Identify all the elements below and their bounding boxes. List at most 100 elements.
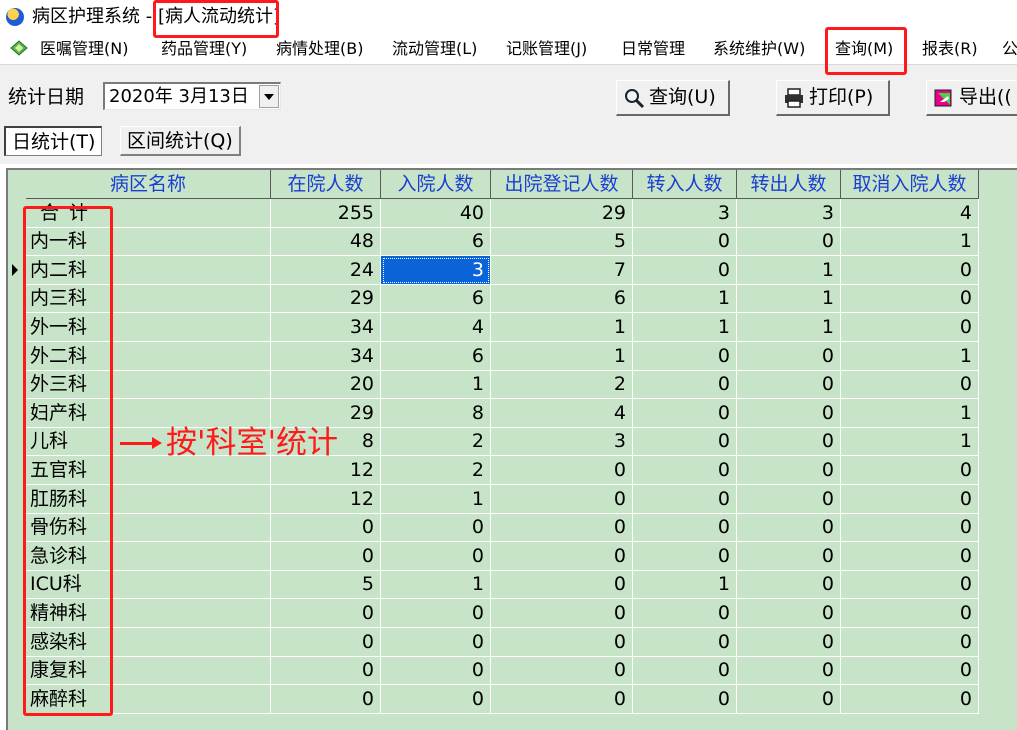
col-inpatients-cell[interactable]: 20 [271,370,381,400]
col-transfers-out-cell[interactable]: 0 [737,599,841,628]
col-inpatients-cell[interactable]: 29 [271,284,381,314]
col-transfers-out-cell[interactable]: 0 [737,427,841,457]
ward-name-cell[interactable]: ICU科 [26,570,271,600]
menu-billing[interactable]: 记账管理(J) [506,39,587,59]
col-admissions-cell[interactable]: 1 [381,484,491,514]
col-admissions-cell[interactable]: 0 [381,541,491,571]
col-inpatients-cell[interactable]: 0 [271,656,381,686]
ward-name-cell[interactable]: 肛肠科 [26,484,271,514]
col-discharges-cell[interactable]: 5 [491,227,633,257]
menu-public[interactable]: 公 [1002,39,1017,59]
col-cancelled-cell[interactable]: 0 [841,599,979,628]
header-col-transfers-out[interactable]: 转出人数 [737,170,841,199]
col-transfers-out-cell[interactable]: 0 [737,227,841,257]
print-button[interactable]: 打印(P) [776,80,890,116]
col-transfers-in-cell[interactable]: 1 [633,284,737,314]
col-cancelled-cell[interactable]: 0 [841,255,979,285]
col-admissions-cell[interactable]: 3 [381,255,491,285]
col-transfers-in-cell[interactable]: 0 [633,541,737,571]
col-discharges-cell[interactable]: 29 [491,198,633,228]
ward-name-cell[interactable]: 感染科 [26,627,271,657]
col-cancelled-cell[interactable]: 4 [841,198,979,228]
col-admissions-cell[interactable]: 6 [381,227,491,257]
menu-reports[interactable]: 报表(R) [922,39,978,59]
col-transfers-out-cell[interactable]: 0 [737,513,841,543]
col-transfers-out-cell[interactable]: 0 [737,656,841,686]
ward-name-cell[interactable]: 精神科 [26,599,271,628]
menu-daily[interactable]: 日常管理 [621,39,685,59]
system-menu-icon[interactable] [9,39,29,57]
col-inpatients-cell[interactable]: 0 [271,684,381,714]
col-admissions-cell[interactable]: 4 [381,313,491,342]
col-transfers-in-cell[interactable]: 1 [633,570,737,600]
col-transfers-out-cell[interactable]: 0 [737,370,841,400]
ward-name-cell[interactable]: 内二科 [26,255,271,285]
col-admissions-cell[interactable]: 0 [381,684,491,714]
col-transfers-out-cell[interactable]: 0 [737,484,841,514]
header-col-ward-name[interactable]: 病区名称 [26,170,271,199]
header-col-inpatients[interactable]: 在院人数 [271,170,381,199]
ward-name-cell[interactable]: 急诊科 [26,541,271,571]
query-button[interactable]: 查询(U) [616,80,730,116]
menu-flow[interactable]: 流动管理(L) [392,39,477,59]
col-discharges-cell[interactable]: 0 [491,684,633,714]
col-cancelled-cell[interactable]: 0 [841,513,979,543]
col-admissions-cell[interactable]: 0 [381,656,491,686]
col-cancelled-cell[interactable]: 0 [841,484,979,514]
col-discharges-cell[interactable]: 2 [491,370,633,400]
col-transfers-in-cell[interactable]: 0 [633,484,737,514]
col-discharges-cell[interactable]: 0 [491,484,633,514]
col-transfers-in-cell[interactable]: 0 [633,656,737,686]
col-discharges-cell[interactable]: 0 [491,541,633,571]
header-col-discharges[interactable]: 出院登记人数 [491,170,633,199]
col-transfers-in-cell[interactable]: 0 [633,599,737,628]
header-col-cancelled[interactable]: 取消入院人数 [841,170,979,199]
menu-query[interactable]: 查询(M) [835,39,893,59]
col-cancelled-cell[interactable]: 0 [841,684,979,714]
patient-flow-grid[interactable]: 病区名称 在院人数 入院人数 出院登记人数 转入人数 转出人数 取消入院人数 合计 255 40 2… [6,168,1017,730]
col-admissions-cell[interactable]: 2 [381,456,491,485]
col-admissions-cell[interactable]: 6 [381,341,491,371]
ward-name-cell[interactable]: 外一科 [26,313,271,342]
col-inpatients-cell[interactable]: 24 [271,255,381,285]
col-transfers-in-cell[interactable]: 1 [633,313,737,342]
col-discharges-cell[interactable]: 0 [491,513,633,543]
ward-name-cell[interactable]: 康复科 [26,656,271,686]
col-cancelled-cell[interactable]: 1 [841,398,979,428]
col-discharges-cell[interactable]: 3 [491,427,633,457]
menu-condition[interactable]: 病情处理(B) [276,39,363,59]
col-cancelled-cell[interactable]: 0 [841,656,979,686]
col-admissions-cell[interactable]: 40 [381,198,491,228]
col-transfers-out-cell[interactable]: 0 [737,570,841,600]
col-cancelled-cell[interactable]: 1 [841,427,979,457]
col-transfers-out-cell[interactable]: 1 [737,255,841,285]
date-picker[interactable]: 2020年 3月13日 [103,82,281,110]
col-transfers-out-cell[interactable]: 1 [737,284,841,314]
col-inpatients-cell[interactable]: 5 [271,570,381,600]
col-discharges-cell[interactable]: 0 [491,656,633,686]
col-transfers-out-cell[interactable]: 0 [737,398,841,428]
col-transfers-in-cell[interactable]: 3 [633,198,737,228]
col-cancelled-cell[interactable]: 0 [841,456,979,485]
col-admissions-cell[interactable]: 6 [381,284,491,314]
col-discharges-cell[interactable]: 0 [491,627,633,657]
col-cancelled-cell[interactable]: 0 [841,370,979,400]
header-col-transfers-in[interactable]: 转入人数 [633,170,737,199]
col-transfers-in-cell[interactable]: 0 [633,341,737,371]
header-col-admissions[interactable]: 入院人数 [381,170,491,199]
tab-range-stats[interactable]: 区间统计(Q) [120,126,241,156]
col-transfers-in-cell[interactable]: 0 [633,627,737,657]
col-admissions-cell[interactable]: 0 [381,513,491,543]
col-discharges-cell[interactable]: 0 [491,456,633,485]
ward-name-cell[interactable]: 外二科 [26,341,271,371]
col-transfers-out-cell[interactable]: 0 [737,627,841,657]
col-transfers-in-cell[interactable]: 0 [633,513,737,543]
export-button[interactable]: 导出(( [926,80,1017,116]
ward-name-cell[interactable]: 麻醉科 [26,684,271,714]
menu-orders[interactable]: 医嘱管理(N) [40,39,128,59]
col-cancelled-cell[interactable]: 0 [841,541,979,571]
col-inpatients-cell[interactable]: 0 [271,599,381,628]
col-transfers-in-cell[interactable]: 0 [633,456,737,485]
col-transfers-out-cell[interactable]: 0 [737,541,841,571]
col-transfers-in-cell[interactable]: 0 [633,398,737,428]
